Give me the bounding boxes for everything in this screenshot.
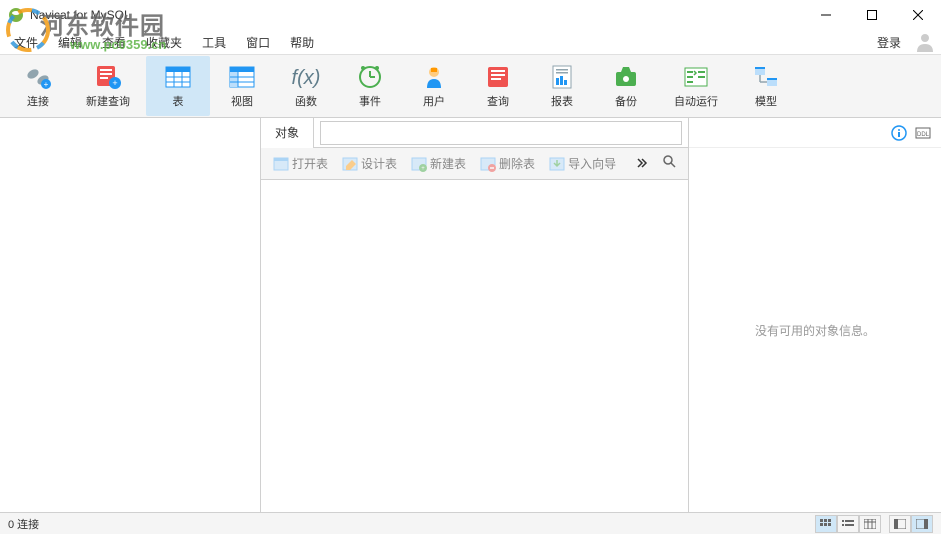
- toolbar-connect[interactable]: + 连接: [6, 56, 70, 116]
- toolbar-backup[interactable]: 备份: [594, 56, 658, 116]
- delete-table-button[interactable]: 删除表: [474, 152, 541, 175]
- view-icon: [226, 63, 258, 91]
- design-table-icon: [342, 156, 358, 172]
- chevron-double-right-icon: [636, 157, 648, 169]
- search-icon: [662, 154, 676, 168]
- object-toolbar: 打开表 设计表 + 新建表 删除表 导入向导: [261, 148, 688, 180]
- toolbar-view-label: 视图: [231, 93, 253, 109]
- titlebar: Navicat for MySQL: [0, 0, 941, 30]
- connection-count: 0 连接: [8, 516, 39, 532]
- view-panel-right-button[interactable]: [911, 515, 933, 533]
- connection-tree-panel[interactable]: [0, 118, 261, 512]
- query-icon: [482, 63, 514, 91]
- menubar: 文件 编辑 查看 收藏夹 工具 窗口 帮助 登录: [0, 30, 941, 54]
- view-detail-button[interactable]: [859, 515, 881, 533]
- menu-tools[interactable]: 工具: [192, 31, 236, 54]
- close-button[interactable]: [895, 0, 941, 30]
- panel-right-icon: [916, 519, 928, 529]
- new-table-icon: +: [411, 156, 427, 172]
- statusbar: 0 连接: [0, 512, 941, 534]
- menu-file[interactable]: 文件: [4, 31, 48, 54]
- object-tab-row: 对象: [261, 118, 688, 148]
- panel-left-icon: [894, 519, 906, 529]
- toolbar-function-label: 函数: [295, 93, 317, 109]
- import-wizard-button[interactable]: 导入向导: [543, 152, 622, 175]
- svg-text:f(x): f(x): [292, 67, 321, 89]
- toolbar-query[interactable]: 查询: [466, 56, 530, 116]
- backup-icon: [610, 63, 642, 91]
- toolbar-new-query-label: 新建查询: [86, 93, 130, 109]
- toolbar-table-label: 表: [173, 93, 184, 109]
- open-table-button[interactable]: 打开表: [267, 152, 334, 175]
- view-grid-button[interactable]: [815, 515, 837, 533]
- object-list-area[interactable]: [261, 180, 688, 512]
- user-icon: [418, 63, 450, 91]
- toolbar-event[interactable]: 事件: [338, 56, 402, 116]
- new-query-icon: +: [92, 63, 124, 91]
- main-toolbar: + 连接 + 新建查询 表 视图 f(x) 函数 事件 用户: [0, 54, 941, 118]
- new-table-button[interactable]: + 新建表: [405, 152, 472, 175]
- model-icon: [750, 63, 782, 91]
- more-actions-button[interactable]: [630, 153, 654, 175]
- toolbar-automation-label: 自动运行: [674, 93, 718, 109]
- toolbar-model-label: 模型: [755, 93, 777, 109]
- menu-edit[interactable]: 编辑: [48, 31, 92, 54]
- function-icon: f(x): [290, 63, 322, 91]
- tab-object[interactable]: 对象: [261, 118, 314, 148]
- menu-window[interactable]: 窗口: [236, 31, 280, 54]
- menu-view[interactable]: 查看: [92, 31, 136, 54]
- svg-text:DDL: DDL: [917, 132, 930, 138]
- toolbar-user-label: 用户: [423, 93, 445, 109]
- svg-text:+: +: [44, 80, 49, 89]
- open-table-icon: [273, 156, 289, 172]
- toolbar-report-label: 报表: [551, 93, 573, 109]
- ddl-icon[interactable]: DDL: [915, 125, 931, 141]
- app-icon: [8, 7, 24, 23]
- window-controls: [803, 0, 941, 30]
- search-button[interactable]: [656, 151, 682, 176]
- maximize-button[interactable]: [849, 0, 895, 30]
- menu-help[interactable]: 帮助: [280, 31, 324, 54]
- toolbar-view[interactable]: 视图: [210, 56, 274, 116]
- toolbar-user[interactable]: 用户: [402, 56, 466, 116]
- object-filter-input[interactable]: [320, 121, 682, 145]
- info-panel-header: DDL: [689, 118, 941, 148]
- detail-icon: [864, 519, 876, 529]
- table-icon: [162, 63, 194, 91]
- center-panel: 对象 打开表 设计表 + 新建表 删除表 导入向导: [261, 118, 689, 512]
- report-icon: [546, 63, 578, 91]
- view-panel-left-button[interactable]: [889, 515, 911, 533]
- main-area: 对象 打开表 设计表 + 新建表 删除表 导入向导: [0, 118, 941, 512]
- login-button[interactable]: 登录: [869, 31, 909, 54]
- list-icon: [842, 519, 854, 529]
- toolbar-query-label: 查询: [487, 93, 509, 109]
- toolbar-event-label: 事件: [359, 93, 381, 109]
- window-title: Navicat for MySQL: [30, 8, 803, 22]
- toolbar-automation[interactable]: 自动运行: [658, 56, 734, 116]
- info-icon[interactable]: [891, 125, 907, 141]
- info-panel-empty: 没有可用的对象信息。: [689, 148, 941, 512]
- svg-text:+: +: [421, 166, 425, 172]
- delete-table-icon: [480, 156, 496, 172]
- info-panel: DDL 没有可用的对象信息。: [689, 118, 941, 512]
- toolbar-function[interactable]: f(x) 函数: [274, 56, 338, 116]
- grid-icon: [820, 519, 832, 529]
- view-list-button[interactable]: [837, 515, 859, 533]
- plug-icon: +: [22, 63, 54, 91]
- clock-icon: [354, 63, 386, 91]
- import-icon: [549, 156, 565, 172]
- toolbar-model[interactable]: 模型: [734, 56, 798, 116]
- toolbar-table[interactable]: 表: [146, 56, 210, 116]
- svg-text:+: +: [112, 78, 117, 88]
- toolbar-connect-label: 连接: [27, 93, 49, 109]
- minimize-button[interactable]: [803, 0, 849, 30]
- toolbar-backup-label: 备份: [615, 93, 637, 109]
- avatar-icon[interactable]: [913, 30, 937, 54]
- design-table-button[interactable]: 设计表: [336, 152, 403, 175]
- toolbar-report[interactable]: 报表: [530, 56, 594, 116]
- toolbar-new-query[interactable]: + 新建查询: [70, 56, 146, 116]
- automation-icon: [680, 63, 712, 91]
- view-mode-buttons: [815, 515, 933, 533]
- menu-favorites[interactable]: 收藏夹: [136, 31, 192, 54]
